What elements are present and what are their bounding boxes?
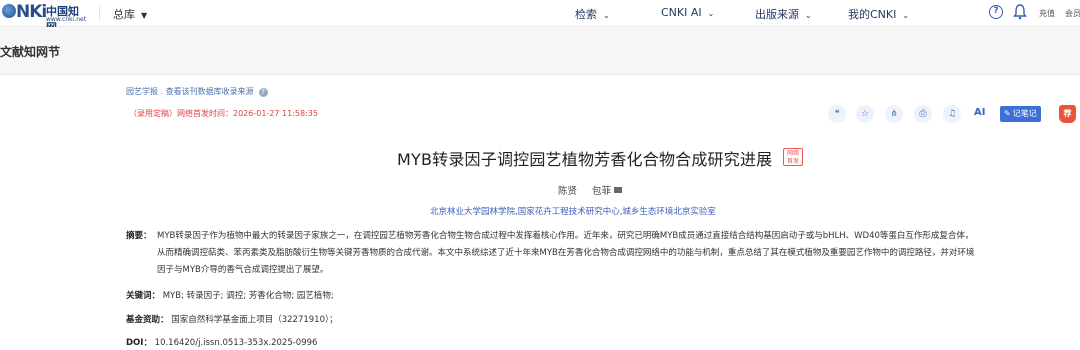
abstract-text: MYB转录因子作为植物中最大的转录因子家族之一，在调控园艺植物芳香化合物生物合成… [157,228,1076,279]
nav-cnki-ai-label: CNKI AI [661,6,702,19]
nav-search[interactable]: 检索 ⌄ [575,6,610,22]
nav-my-cnki[interactable]: 我的CNKI ⌄ [848,6,909,22]
recharge-link[interactable]: 充值 [1039,8,1055,19]
take-note-button[interactable]: ✎ 记笔记 [1000,106,1041,122]
cnki-logo[interactable]: NKi 中国知网 www.cnki.net [2,2,88,34]
author-name[interactable]: 包菲 [592,186,611,197]
notify-bell-icon[interactable]: ♫ [943,105,961,123]
keywords-value[interactable]: MYB; 转录因子; 调控; 芳香化合物; 园艺植物; [163,291,334,301]
abstract-line: 从而精确调控萜类、苯丙素类及脂肪酸衍生物等关键芳香物质的合成代谢。本文中系统综述… [157,248,975,258]
recommend-badge[interactable]: 荐 [1059,105,1076,123]
abstract: 摘要： MYB转录因子作为植物中最大的转录因子家族之一，在调控园艺植物芳香化合物… [126,228,1076,279]
section-title: 文献知网节 [0,45,61,59]
nav-search-label: 检索 [575,8,597,21]
abstract-line: 因子与MYB介导的香气合成调控提出了展望。 [157,265,329,275]
online-first-tag-line2: 首发 [786,157,799,165]
chevron-down-icon: ⌄ [603,11,610,20]
top-navigation-bar: NKi 中国知网 www.cnki.net 总库 ▼ 检索 ⌄ CNKI AI ⌄ 出… [0,0,1080,34]
funding-row: 基金资助： 国家自然科学基金面上项目（32271910）； [126,313,338,325]
funding-value[interactable]: 国家自然科学基金面上项目（32271910）； [171,315,338,325]
article-title: MYB转录因子调控园艺植物芳香化合物合成研究进展 [397,150,773,169]
chevron-down-icon: ⌄ [902,11,910,20]
logo-url-text: www.cnki.net [46,16,87,23]
bell-icon[interactable] [1013,4,1027,20]
author-affiliation[interactable]: 北京林业大学园林学院,国家花卉工程技术研究中心,城乡生态环境北京实验室 [430,205,716,217]
nav-my-cnki-label: 我的CNKI [848,8,897,21]
author-name[interactable]: 陈贤 [558,186,577,197]
nav-cnki-ai[interactable]: CNKI AI ⌄ [661,6,714,19]
doi-row: DOI： 10.16420/j.issn.0513-353x.2025-0996 [126,336,317,348]
section-header: 文献知网节 [0,27,1080,75]
doi-value: 10.16420/j.issn.0513-353x.2025-0996 [154,338,318,348]
quote-icon[interactable]: ❝ [828,105,846,123]
star-icon[interactable]: ☆ [856,105,874,123]
caret-down-icon: ▼ [141,11,148,20]
publication-status: （录用定稿）网络首发时间：2026-01-27 11:58:35 [129,109,318,118]
chevron-down-icon: ⌄ [707,9,715,18]
help-icon[interactable]: ? [989,5,1003,19]
ai-assistant-button[interactable]: AI [974,107,985,118]
mail-icon[interactable] [614,187,623,193]
funding-label: 基金资助： [126,315,169,325]
divider [99,6,100,20]
journal-breadcrumb[interactable]: 园艺学报 . 查看该刊数据库收录来源? [126,86,268,97]
abstract-label: 摘要： [126,231,152,241]
keywords-row: 关键词： MYB; 转录因子; 调控; 芳香化合物; 园艺植物; [126,289,334,301]
online-first-tag: 网络 首发 [783,148,803,166]
member-link[interactable]: 会员 [1065,8,1080,19]
nav-publication-source[interactable]: 出版来源 ⌄ [755,6,812,22]
keywords-label: 关键词： [126,291,161,301]
doi-label: DOI： [126,338,152,348]
article-toolbar: ❝ ☆ ⋔ ⎙ ♫ AI ✎ 记笔记 荐 [828,105,1078,125]
pen-icon: ✎ [1004,109,1011,118]
abstract-line: MYB转录因子作为植物中最大的转录因子家族之一，在调控园艺植物芳香化合物生物合成… [157,231,974,241]
author-list: 陈贤 包菲 [558,183,623,197]
chevron-down-icon: ⌄ [805,11,812,20]
nav-publication-source-label: 出版来源 [755,8,799,21]
library-label: 总库 [113,8,135,21]
cnki-logo-mark: NKi [2,2,47,22]
library-dropdown[interactable]: 总库 ▼ [113,6,147,22]
breadcrumb-text[interactable]: 园艺学报 . 查看该刊数据库收录来源 [126,87,254,96]
online-first-tag-line1: 网络 [786,150,799,157]
print-icon[interactable]: ⎙ [914,105,932,123]
take-note-label: 记笔记 [1012,109,1037,118]
info-icon[interactable]: ? [258,88,268,97]
share-icon[interactable]: ⋔ [885,105,903,123]
